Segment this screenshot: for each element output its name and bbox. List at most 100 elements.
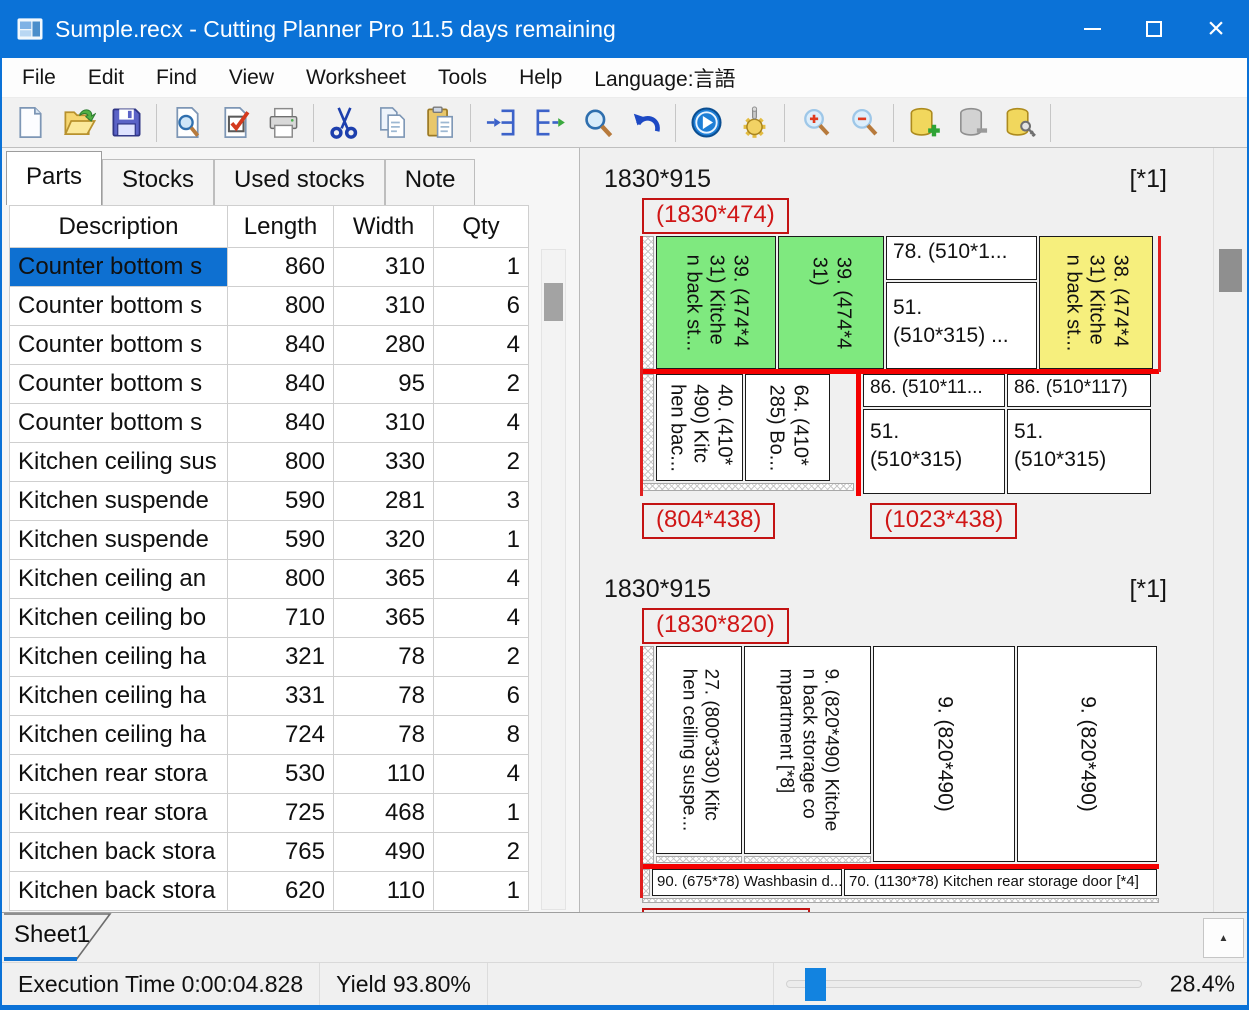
menu-help[interactable]: Help [503, 60, 578, 96]
layout-scrollbar[interactable] [1213, 148, 1247, 912]
stock-add-button[interactable] [900, 101, 948, 145]
cell-qty[interactable]: 4 [434, 560, 529, 599]
tab-stocks[interactable]: Stocks [102, 159, 214, 205]
cell-width[interactable]: 490 [334, 833, 434, 872]
stock-remove-button[interactable] [948, 101, 996, 145]
cell-qty[interactable]: 4 [434, 599, 529, 638]
column-header-qty[interactable]: Qty [434, 206, 529, 248]
cell-length[interactable]: 590 [228, 482, 334, 521]
menu-language-[interactable]: Language:言語 [578, 57, 751, 99]
cell-width[interactable]: 365 [334, 560, 434, 599]
cell-width[interactable]: 110 [334, 872, 434, 911]
part-cell[interactable]: 9. (820*490) Kitche n back storage co mp… [744, 646, 871, 854]
cell-description[interactable]: Counter bottom s [10, 287, 228, 326]
cell-description[interactable]: Kitchen suspende [10, 521, 228, 560]
cell-description[interactable]: Kitchen back stora [10, 833, 228, 872]
scrollbar-thumb[interactable] [1219, 249, 1242, 292]
minimize-button[interactable] [1061, 0, 1123, 58]
cell-qty[interactable]: 1 [434, 521, 529, 560]
cell-description[interactable]: Kitchen suspende [10, 482, 228, 521]
paste-button[interactable] [416, 101, 464, 145]
menu-tools[interactable]: Tools [422, 60, 503, 96]
cell-length[interactable]: 840 [228, 404, 334, 443]
part-cell[interactable]: 40. (410* 490) Kitc hen bac... [656, 374, 743, 481]
part-cell[interactable]: 39. (474*4 31) [778, 236, 884, 369]
column-header-width[interactable]: Width [334, 206, 434, 248]
cell-description[interactable]: Counter bottom s [10, 404, 228, 443]
zoom-in-button[interactable] [791, 101, 839, 145]
cell-length[interactable]: 840 [228, 365, 334, 404]
cell-qty[interactable]: 1 [434, 248, 529, 287]
sheet-tab-sheet1[interactable]: Sheet1 [4, 913, 124, 963]
cell-length[interactable]: 710 [228, 599, 334, 638]
cell-width[interactable]: 78 [334, 638, 434, 677]
cell-description[interactable]: Kitchen back stora [10, 872, 228, 911]
cell-length[interactable]: 765 [228, 833, 334, 872]
cell-width[interactable]: 310 [334, 287, 434, 326]
cell-width[interactable]: 78 [334, 716, 434, 755]
menu-view[interactable]: View [213, 60, 290, 96]
cell-description[interactable]: Kitchen ceiling ha [10, 638, 228, 677]
cell-qty[interactable]: 2 [434, 365, 529, 404]
part-cell[interactable]: 64. (410* 285) Bo... [745, 374, 830, 481]
cut-button[interactable] [320, 101, 368, 145]
cell-length[interactable]: 840 [228, 326, 334, 365]
part-cell[interactable]: 9. (820*490) [1017, 646, 1157, 862]
print-button[interactable] [259, 101, 307, 145]
cell-width[interactable]: 468 [334, 794, 434, 833]
cell-description[interactable]: Counter bottom s [10, 248, 228, 287]
cell-description[interactable]: Kitchen ceiling an [10, 560, 228, 599]
cell-description[interactable]: Kitchen ceiling bo [10, 599, 228, 638]
cell-qty[interactable]: 6 [434, 287, 529, 326]
cell-length[interactable]: 321 [228, 638, 334, 677]
cell-description[interactable]: Kitchen ceiling ha [10, 677, 228, 716]
cell-description[interactable]: Kitchen ceiling sus [10, 443, 228, 482]
cell-width[interactable]: 310 [334, 404, 434, 443]
part-cell[interactable]: 39. (474*4 31) Kitche n back st... [656, 236, 776, 369]
cell-length[interactable]: 724 [228, 716, 334, 755]
save-button[interactable] [102, 101, 150, 145]
cell-length[interactable]: 800 [228, 560, 334, 599]
print-preview-button[interactable] [163, 101, 211, 145]
cell-qty[interactable]: 8 [434, 716, 529, 755]
part-cell[interactable]: 27. (800*330) Kitc hen ceiling suspe... [656, 646, 742, 854]
panel-expand-button[interactable]: ▲ [1203, 918, 1244, 958]
zoom-out-button[interactable] [839, 101, 887, 145]
new-file-button[interactable] [6, 101, 54, 145]
cell-qty[interactable]: 4 [434, 404, 529, 443]
cell-description[interactable]: Counter bottom s [10, 326, 228, 365]
cell-qty[interactable]: 2 [434, 638, 529, 677]
cell-width[interactable]: 310 [334, 248, 434, 287]
cell-width[interactable]: 320 [334, 521, 434, 560]
cell-length[interactable]: 725 [228, 794, 334, 833]
part-cell[interactable]: 70. (1130*78) Kitchen rear storage door … [844, 869, 1157, 896]
part-cell[interactable]: 51. (510*315) ... [886, 282, 1037, 369]
part-cell[interactable]: 78. (510*1... [886, 236, 1037, 280]
part-cell[interactable]: 90. (675*78) Washbasin d... [652, 869, 842, 896]
undo-button[interactable] [621, 101, 669, 145]
part-cell[interactable]: 51. (510*315) [1007, 409, 1151, 494]
stock-key-button[interactable] [996, 101, 1044, 145]
cell-description[interactable]: Kitchen rear stora [10, 794, 228, 833]
part-cell[interactable]: 9. (820*490) [873, 646, 1015, 862]
zoom-slider-thumb[interactable] [805, 968, 826, 1001]
cell-qty[interactable]: 1 [434, 794, 529, 833]
part-cell[interactable]: 86. (510*117) [1007, 374, 1151, 407]
cell-qty[interactable]: 2 [434, 833, 529, 872]
cell-length[interactable]: 860 [228, 248, 334, 287]
run-button[interactable] [682, 101, 730, 145]
cell-length[interactable]: 331 [228, 677, 334, 716]
menu-worksheet[interactable]: Worksheet [290, 60, 422, 96]
maximize-button[interactable] [1123, 0, 1185, 58]
cell-length[interactable]: 590 [228, 521, 334, 560]
tab-parts[interactable]: Parts [6, 151, 102, 205]
menu-edit[interactable]: Edit [72, 60, 140, 96]
insert-after-button[interactable] [525, 101, 573, 145]
cell-qty[interactable]: 6 [434, 677, 529, 716]
open-file-button[interactable] [54, 101, 102, 145]
run-settings-button[interactable] [730, 101, 778, 145]
cell-width[interactable]: 110 [334, 755, 434, 794]
cell-description[interactable]: Counter bottom s [10, 365, 228, 404]
cell-qty[interactable]: 3 [434, 482, 529, 521]
part-cell[interactable]: 38. (474*4 31) Kitche n back st... [1039, 236, 1153, 369]
